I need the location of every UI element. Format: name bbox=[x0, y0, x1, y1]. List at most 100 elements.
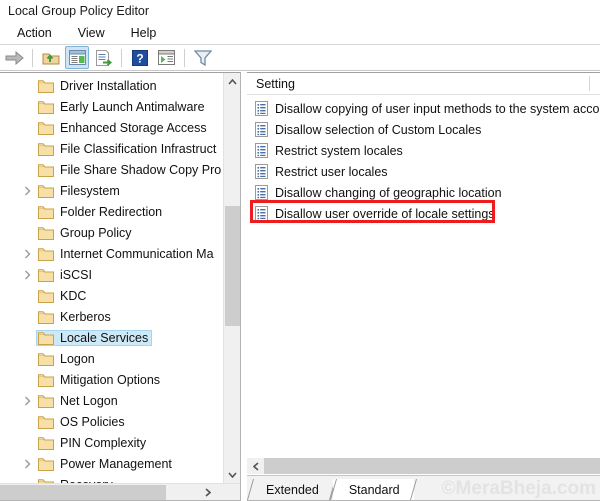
tree-scroll-thumb[interactable] bbox=[225, 206, 240, 326]
back-arrow-icon[interactable] bbox=[2, 46, 26, 69]
tree-item-content[interactable]: iSCSI bbox=[36, 267, 96, 283]
scroll-down-icon[interactable] bbox=[224, 466, 241, 483]
tree-item-content[interactable]: PIN Complexity bbox=[36, 435, 150, 451]
tree-item-early-launch-antimalware[interactable]: Early Launch Antimalware bbox=[0, 96, 223, 117]
chevron-right-icon[interactable] bbox=[22, 458, 33, 469]
up-one-level-folder-icon[interactable] bbox=[39, 46, 63, 69]
toolbar: ? bbox=[0, 44, 600, 71]
folder-icon bbox=[38, 100, 54, 114]
setting-item-label: Restrict user locales bbox=[275, 164, 388, 179]
setting-item-label: Disallow copying of user input methods t… bbox=[275, 101, 600, 116]
scroll-right-icon[interactable] bbox=[199, 484, 216, 501]
tree-item-content[interactable]: File Share Shadow Copy Pro bbox=[36, 162, 223, 178]
tree-item-content[interactable]: Power Management bbox=[36, 456, 176, 472]
setting-list-item[interactable]: Disallow copying of user input methods t… bbox=[247, 98, 600, 119]
menu-bar: Action View Help bbox=[0, 22, 600, 44]
tree-item-power-management[interactable]: Power Management bbox=[0, 453, 223, 474]
setting-list-item[interactable]: Disallow user override of locale setting… bbox=[247, 203, 600, 224]
tree-item-pin-complexity[interactable]: PIN Complexity bbox=[0, 432, 223, 453]
chevron-right-icon[interactable] bbox=[22, 269, 33, 280]
tree-item-content[interactable]: Filesystem bbox=[36, 183, 124, 199]
main-content: Driver Installation Early Launch Antimalw… bbox=[0, 72, 600, 501]
tree-item-content[interactable]: Group Policy bbox=[36, 225, 136, 241]
folder-icon bbox=[38, 331, 54, 345]
properties-icon[interactable] bbox=[154, 46, 178, 69]
tree-item-enhanced-storage-access[interactable]: Enhanced Storage Access bbox=[0, 117, 223, 138]
tree-item-driver-installation[interactable]: Driver Installation bbox=[0, 75, 223, 96]
chevron-right-icon[interactable] bbox=[22, 185, 33, 196]
tree-item-file-share-shadow-copy-pro[interactable]: File Share Shadow Copy Pro bbox=[0, 159, 223, 180]
tree-item-content[interactable]: KDC bbox=[36, 288, 90, 304]
tree-item-net-logon[interactable]: Net Logon bbox=[0, 390, 223, 411]
tree-item-label: Group Policy bbox=[60, 225, 132, 240]
tree-item-kdc[interactable]: KDC bbox=[0, 285, 223, 306]
tree-item-folder-redirection[interactable]: Folder Redirection bbox=[0, 201, 223, 222]
setting-list-item[interactable]: Restrict user locales bbox=[247, 161, 600, 182]
scroll-left-icon[interactable] bbox=[247, 458, 264, 474]
policy-setting-icon bbox=[255, 185, 268, 200]
tree-item-content[interactable]: Logon bbox=[36, 351, 99, 367]
tree-horizontal-scrollbar[interactable] bbox=[0, 483, 240, 500]
tree-item-content[interactable]: Internet Communication Ma bbox=[36, 246, 218, 262]
tree-item-recovery[interactable]: Recovery bbox=[0, 474, 223, 483]
tree-item-logon[interactable]: Logon bbox=[0, 348, 223, 369]
chevron-right-icon[interactable] bbox=[22, 395, 33, 406]
tree-item-label: Folder Redirection bbox=[60, 204, 163, 219]
folder-icon bbox=[38, 121, 54, 135]
watermark: ©MeraBheja.com bbox=[441, 478, 596, 499]
show-console-tree-icon[interactable] bbox=[65, 46, 89, 69]
settings-hscroll-thumb[interactable] bbox=[264, 458, 600, 474]
setting-list-item[interactable]: Disallow changing of geographic location bbox=[247, 182, 600, 203]
column-divider[interactable] bbox=[589, 76, 590, 91]
tab-extended-label: Extended bbox=[266, 482, 319, 497]
tree-hscroll-thumb[interactable] bbox=[0, 485, 166, 500]
tree-item-content[interactable]: Enhanced Storage Access bbox=[36, 120, 211, 136]
tree-item-content[interactable]: Early Launch Antimalware bbox=[36, 99, 209, 115]
tree-item-content[interactable]: Driver Installation bbox=[36, 78, 161, 94]
tree-item-content[interactable]: Net Logon bbox=[36, 393, 122, 409]
tree-item-content[interactable]: Kerberos bbox=[36, 309, 115, 325]
folder-icon bbox=[38, 226, 54, 240]
settings-horizontal-scrollbar[interactable] bbox=[247, 457, 600, 475]
export-list-icon[interactable] bbox=[91, 46, 115, 69]
menu-view[interactable]: View bbox=[75, 25, 108, 41]
tree-item-group-policy[interactable]: Group Policy bbox=[0, 222, 223, 243]
menu-action[interactable]: Action bbox=[14, 25, 55, 41]
setting-list-item[interactable]: Disallow selection of Custom Locales bbox=[247, 119, 600, 140]
tree-item-content[interactable]: Locale Services bbox=[36, 329, 153, 346]
setting-list-item[interactable]: Restrict system locales bbox=[247, 140, 600, 161]
policy-setting-icon bbox=[255, 206, 268, 221]
scroll-up-icon[interactable] bbox=[224, 73, 241, 90]
chevron-right-icon[interactable] bbox=[22, 248, 33, 259]
tree-list: Driver Installation Early Launch Antimalw… bbox=[0, 73, 223, 483]
filter-icon[interactable] bbox=[191, 46, 215, 69]
tree-item-file-classification-infrastruct[interactable]: File Classification Infrastruct bbox=[0, 138, 223, 159]
tree-item-label: OS Policies bbox=[60, 414, 125, 429]
tab-extended[interactable]: Extended bbox=[250, 479, 333, 500]
tree-item-content[interactable]: OS Policies bbox=[36, 414, 129, 430]
tree-item-mitigation-options[interactable]: Mitigation Options bbox=[0, 369, 223, 390]
tree-item-internet-communication-ma[interactable]: Internet Communication Ma bbox=[0, 243, 223, 264]
tab-standard[interactable]: Standard bbox=[332, 479, 414, 500]
toolbar-separator bbox=[32, 48, 33, 67]
tree-vertical-scrollbar[interactable] bbox=[223, 73, 240, 483]
folder-icon bbox=[38, 457, 54, 471]
tree-item-label: Logon bbox=[60, 351, 95, 366]
folder-icon bbox=[38, 205, 54, 219]
tree-item-content[interactable]: Folder Redirection bbox=[36, 204, 166, 220]
tree-item-label: File Classification Infrastruct bbox=[60, 141, 217, 156]
menu-help[interactable]: Help bbox=[128, 25, 160, 41]
tree-item-locale-services[interactable]: Locale Services bbox=[0, 327, 223, 348]
folder-icon bbox=[38, 184, 54, 198]
folder-icon bbox=[38, 310, 54, 324]
policy-setting-icon bbox=[255, 122, 268, 137]
help-icon[interactable]: ? bbox=[128, 46, 152, 69]
tree-item-iscsi[interactable]: iSCSI bbox=[0, 264, 223, 285]
tree-item-content[interactable]: Mitigation Options bbox=[36, 372, 164, 388]
tree-item-filesystem[interactable]: Filesystem bbox=[0, 180, 223, 201]
tree-item-os-policies[interactable]: OS Policies bbox=[0, 411, 223, 432]
column-header-setting[interactable]: Setting bbox=[256, 77, 295, 91]
tree-item-content[interactable]: File Classification Infrastruct bbox=[36, 141, 220, 157]
tree-item-kerberos[interactable]: Kerberos bbox=[0, 306, 223, 327]
toolbar-separator bbox=[184, 48, 185, 67]
